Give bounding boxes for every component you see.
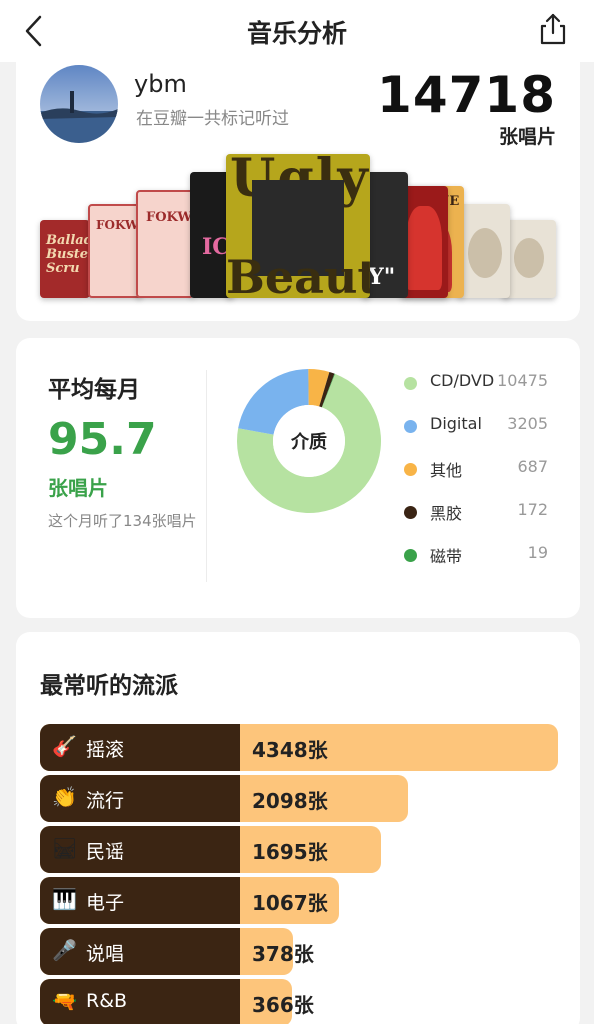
legend-label: 磁带 [430, 547, 463, 566]
album-cover[interactable]: FOKWA [88, 204, 142, 298]
genre-name: 电子 [86, 892, 125, 914]
genre-label-block: 🎸 摇滚 [40, 724, 240, 771]
profile-card: ybm 在豆瓣一共标记听过 14718 张唱片 BalladBusterScru… [16, 62, 580, 321]
genre-icon: 🎹 [52, 887, 77, 911]
legend-value: 19 [527, 543, 548, 562]
legend-value: 3205 [507, 414, 548, 433]
total-count: 14718 [377, 66, 556, 124]
album-cover[interactable] [458, 204, 510, 298]
genre-count: 2098张 [252, 789, 328, 813]
genre-label-block: 🔫 R&B [40, 979, 240, 1024]
legend-dot [404, 506, 417, 519]
avatar[interactable] [40, 65, 118, 143]
legend-label: Digital [430, 414, 482, 433]
genre-label-block: 👏 流行 [40, 775, 240, 822]
media-legend: CD/DVD 10475 Digital 3205 其他 687 黑胶 172 磁带 19 [400, 368, 568, 583]
genre-name: 说唱 [86, 943, 125, 965]
legend-dot [404, 549, 417, 562]
legend-dot [404, 377, 417, 390]
genre-name: 摇滚 [86, 739, 125, 761]
genre-icon: 👏 [52, 785, 77, 809]
genre-row[interactable]: 🎹 电子 1067张 [40, 877, 558, 928]
legend-value: 10475 [497, 371, 548, 390]
genre-row[interactable]: 👏 流行 2098张 [40, 775, 558, 826]
genre-count: 1695张 [252, 840, 328, 864]
legend-dot [404, 420, 417, 433]
genre-count: 366张 [252, 993, 314, 1017]
donut-center-label: 介质 [290, 431, 327, 453]
username: ybm [134, 70, 187, 98]
top-bar: 音乐分析 [0, 0, 594, 62]
genre-count: 378张 [252, 942, 314, 966]
genre-name: 民谣 [86, 841, 125, 863]
genre-title: 最常听的流派 [40, 673, 178, 699]
genre-row[interactable]: 🎸 摇滚 4348张 [40, 724, 558, 775]
genre-count: 4348张 [252, 738, 328, 762]
legend-dot [404, 463, 417, 476]
this-month-note: 这个月听了134张唱片 [48, 512, 197, 530]
genre-icon: 🛤 [52, 836, 78, 860]
monthly-average-unit: 张唱片 [48, 476, 108, 500]
legend-label: 黑胶 [430, 504, 463, 523]
share-icon[interactable] [538, 12, 568, 46]
genre-name: 流行 [86, 790, 125, 812]
genre-row[interactable]: 🔫 R&B 366张 [40, 979, 558, 1024]
genre-name: R&B [86, 990, 128, 1012]
genre-icon: 🎸 [52, 734, 77, 758]
genre-icon: 🔫 [52, 989, 77, 1013]
page-title: 音乐分析 [246, 19, 347, 48]
total-unit: 张唱片 [498, 126, 556, 148]
genre-bar-list: 🎸 摇滚 4348张 👏 流行 2098张 🛤 民谣 1695张 🎹 电子 1067张 🎤 说唱 378张 🔫… [40, 724, 558, 1024]
legend-item: CD/DVD 10475 [400, 368, 568, 411]
genre-icon: 🎤 [52, 938, 77, 962]
album-cover[interactable]: BalladBusterScru [40, 220, 90, 298]
monthly-average-label: 平均每月 [48, 377, 140, 403]
genre-card: 最常听的流派 🎸 摇滚 4348张 👏 流行 2098张 🛤 民谣 1695张 🎹 电子 1067张 🎤… [16, 632, 580, 1024]
legend-label: 其他 [430, 461, 463, 480]
genre-row[interactable]: 🛤 民谣 1695张 [40, 826, 558, 877]
genre-label-block: 🛤 民谣 [40, 826, 240, 873]
genre-count: 1067张 [252, 891, 328, 915]
legend-label: CD/DVD [430, 371, 495, 390]
album-cover[interactable]: FOKWA [136, 190, 194, 298]
stats-card: 平均每月 95.7 张唱片 这个月听了134张唱片 介质 CD/DVD 10475… [16, 338, 580, 618]
legend-value: 172 [517, 500, 548, 519]
album-cover[interactable]: Ugly Beauty [226, 154, 370, 298]
genre-row[interactable]: 🎤 说唱 378张 [40, 928, 558, 979]
divider [206, 370, 207, 582]
album-cover-strip: BalladBusterScru FOKWA FOKWA IC Ugly Bea… [16, 152, 580, 302]
media-donut-chart: 介质 [237, 369, 381, 513]
legend-item: 其他 687 [400, 454, 568, 497]
genre-label-block: 🎤 说唱 [40, 928, 240, 975]
monthly-average-value: 95.7 [48, 414, 157, 465]
legend-value: 687 [517, 457, 548, 476]
genre-label-block: 🎹 电子 [40, 877, 240, 924]
legend-item: 黑胶 172 [400, 497, 568, 540]
album-cover[interactable] [502, 220, 556, 298]
legend-item: Digital 3205 [400, 411, 568, 454]
profile-subtitle: 在豆瓣一共标记听过 [136, 109, 289, 129]
legend-item: 磁带 19 [400, 540, 568, 583]
